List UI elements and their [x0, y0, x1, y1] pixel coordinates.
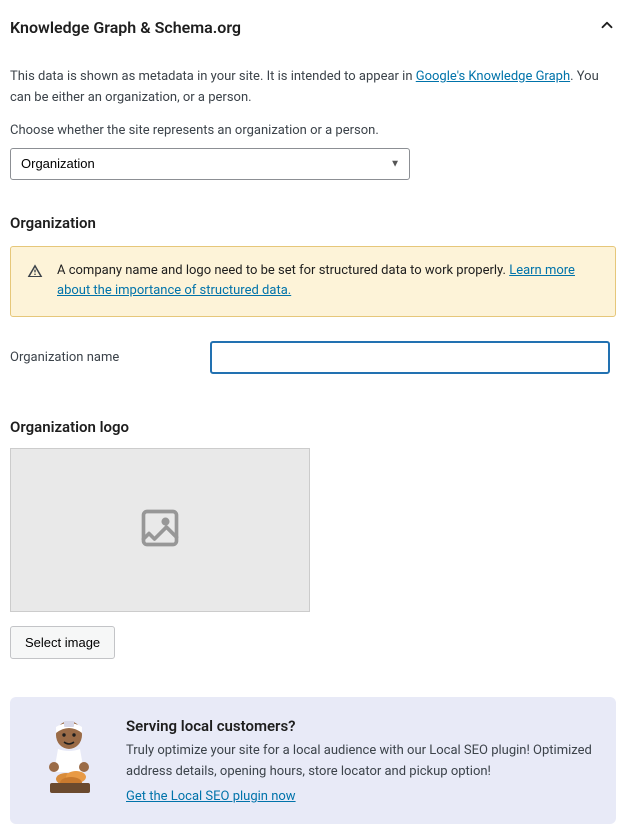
organization-name-label: Organization name: [10, 350, 210, 365]
knowledge-graph-link[interactable]: Google's Knowledge Graph: [416, 69, 570, 84]
section-header[interactable]: Knowledge Graph & Schema.org: [10, 10, 616, 49]
chevron-up-icon: [598, 16, 616, 39]
promo-body: Truly optimize your site for a local aud…: [126, 741, 592, 783]
organization-subsection-title: Organization: [10, 214, 616, 232]
image-icon: [138, 506, 182, 554]
promo-title: Serving local customers?: [126, 717, 592, 735]
organization-logo-label: Organization logo: [10, 418, 616, 436]
site-type-prompt: Choose whether the site represents an or…: [10, 123, 616, 138]
promo-cta-link[interactable]: Get the Local SEO plugin now: [126, 789, 296, 804]
site-type-select[interactable]: Organization: [10, 148, 410, 180]
structured-data-warning: A company name and logo need to be set f…: [10, 246, 616, 318]
organization-logo-placeholder: [10, 448, 310, 612]
section-title: Knowledge Graph & Schema.org: [10, 18, 241, 37]
select-image-button[interactable]: Select image: [10, 626, 115, 659]
intro-text: This data is shown as metadata in your s…: [10, 67, 616, 109]
local-seo-promo: Serving local customers? Truly optimize …: [10, 697, 616, 824]
promo-illustration: [34, 717, 104, 797]
organization-name-input[interactable]: [210, 341, 610, 374]
warning-icon: [27, 263, 43, 279]
